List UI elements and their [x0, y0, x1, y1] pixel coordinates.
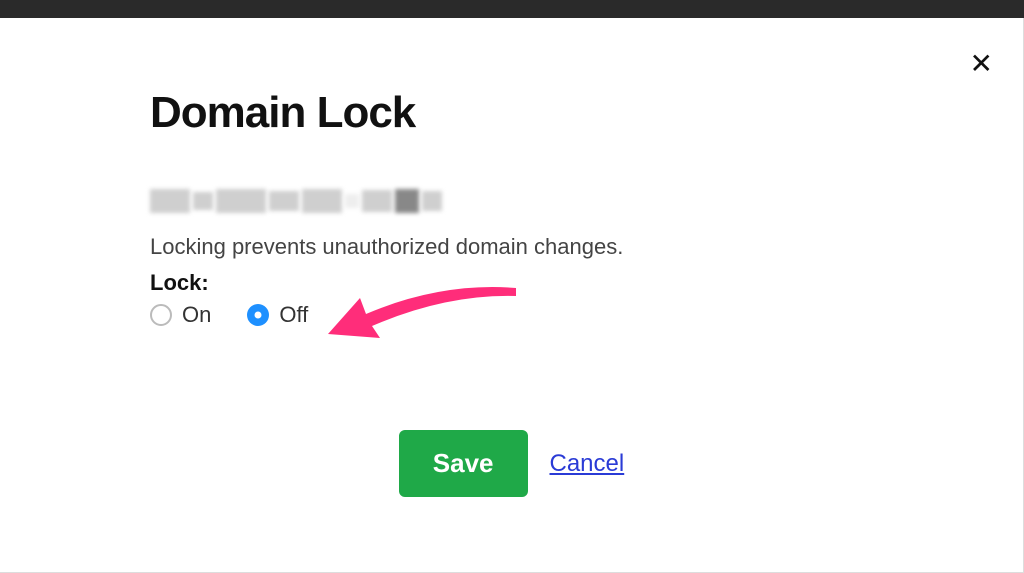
cancel-link[interactable]: Cancel — [550, 450, 625, 478]
radio-option-off[interactable]: Off — [247, 302, 308, 328]
lock-radio-group: On Off — [150, 302, 720, 328]
save-button[interactable]: Save — [399, 430, 528, 497]
lock-label: Lock: — [150, 270, 720, 296]
modal-title: Domain Lock — [150, 88, 720, 138]
action-buttons: Save Cancel — [0, 430, 1023, 497]
lock-description: Locking prevents unauthorized domain cha… — [150, 234, 720, 260]
radio-circle-on — [150, 304, 172, 326]
close-button[interactable]: ✕ — [970, 50, 993, 78]
domain-lock-modal: ✕ Domain Lock Locking prevents unauthori… — [0, 18, 1024, 573]
domain-name-redacted — [150, 188, 450, 214]
radio-circle-off — [247, 304, 269, 326]
radio-label-on: On — [182, 302, 211, 328]
radio-option-on[interactable]: On — [150, 302, 211, 328]
modal-content: Domain Lock Locking prevents unauthorize… — [0, 18, 720, 328]
radio-label-off: Off — [279, 302, 308, 328]
top-bar — [0, 0, 1024, 18]
